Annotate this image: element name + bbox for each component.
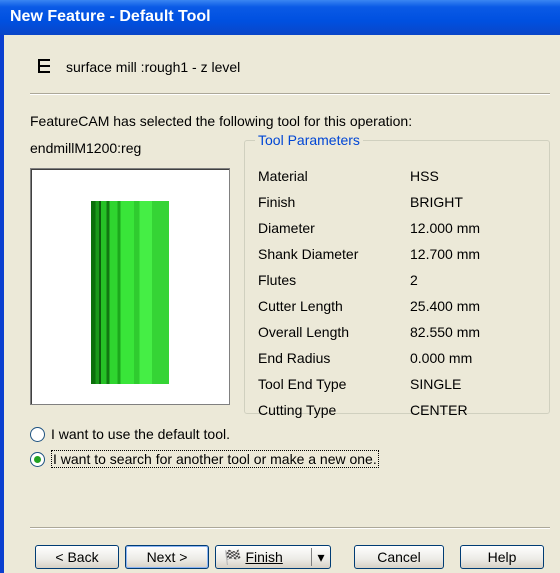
param-value: 0.000 mm xyxy=(410,350,473,366)
dialog-window: New Feature - Default Tool surface mill … xyxy=(0,0,560,573)
param-row-material: Material HSS xyxy=(258,168,439,190)
param-label: Tool End Type xyxy=(258,376,347,392)
search-tool-option[interactable]: I want to search for another tool or mak… xyxy=(30,449,379,469)
tool-name: endmillM1200:reg xyxy=(30,140,142,156)
back-button[interactable]: < Back xyxy=(35,545,119,569)
param-label: Flutes xyxy=(258,272,297,288)
radio-button-selected[interactable] xyxy=(30,451,45,467)
finish-button[interactable]: 🏁 Finish ▾ xyxy=(215,545,331,569)
tool-preview xyxy=(30,168,230,405)
cancel-button[interactable]: Cancel xyxy=(354,545,444,569)
tool-parameters-legend: Tool Parameters xyxy=(258,132,360,148)
param-row-cutting-type: Cutting Type CENTER xyxy=(258,402,468,424)
param-row-tool-end-type: Tool End Type SINGLE xyxy=(258,376,461,398)
param-value: BRIGHT xyxy=(410,194,463,210)
param-label: Shank Diameter xyxy=(258,246,359,262)
param-label: Overall Length xyxy=(258,324,350,340)
option-label: I want to use the default tool. xyxy=(51,426,231,442)
param-label: End Radius xyxy=(258,350,331,366)
operation-label: surface mill :rough1 - z level xyxy=(66,59,241,75)
param-value: HSS xyxy=(410,168,439,184)
bottom-divider xyxy=(30,527,550,529)
param-row-flutes: Flutes 2 xyxy=(258,272,418,294)
param-value: SINGLE xyxy=(410,376,462,392)
param-row-cutter-length: Cutter Length 25.400 mm xyxy=(258,298,480,320)
param-row-shank-diameter: Shank Diameter 12.700 mm xyxy=(258,246,480,268)
param-label: Finish xyxy=(258,194,296,210)
tool-parameters-group: Tool Parameters Material HSS Finish BRIG… xyxy=(244,132,550,418)
endmill-graphic xyxy=(91,201,169,384)
param-label: Cutting Type xyxy=(258,402,337,418)
option-label: I want to search for another tool or mak… xyxy=(51,450,379,468)
list-icon xyxy=(38,59,50,73)
param-label: Cutter Length xyxy=(258,298,343,314)
intro-text: FeatureCAM has selected the following to… xyxy=(30,113,413,129)
next-button[interactable]: Next > xyxy=(125,545,209,569)
top-divider xyxy=(30,93,550,95)
operation-row: surface mill :rough1 - z level xyxy=(36,57,240,77)
window-title: New Feature - Default Tool xyxy=(0,0,560,35)
param-row-finish: Finish BRIGHT xyxy=(258,194,463,216)
radio-button[interactable] xyxy=(30,426,45,442)
help-button[interactable]: Help xyxy=(460,545,544,569)
param-row-diameter: Diameter 12.000 mm xyxy=(258,220,480,242)
checkered-flag-icon: 🏁 xyxy=(224,548,242,565)
dropdown-arrow-icon[interactable]: ▾ xyxy=(311,548,330,566)
param-row-end-radius: End Radius 0.000 mm xyxy=(258,350,472,372)
param-label: Diameter xyxy=(258,220,315,236)
dialog-content: surface mill :rough1 - z level FeatureCA… xyxy=(4,35,560,573)
param-value: 25.400 mm xyxy=(410,298,481,314)
param-value: 2 xyxy=(410,272,418,288)
default-tool-option[interactable]: I want to use the default tool. xyxy=(30,424,230,444)
param-value: CENTER xyxy=(410,402,468,418)
param-value: 82.550 mm xyxy=(410,324,481,340)
param-value: 12.000 mm xyxy=(410,220,481,236)
param-row-overall-length: Overall Length 82.550 mm xyxy=(258,324,480,346)
finish-label: Finish xyxy=(245,549,283,565)
param-label: Material xyxy=(258,168,308,184)
param-value: 12.700 mm xyxy=(410,246,481,262)
